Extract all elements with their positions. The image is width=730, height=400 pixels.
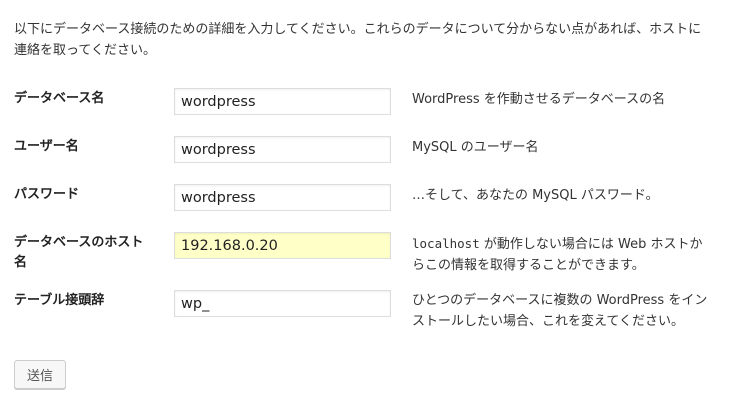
- db-host-input[interactable]: [174, 232, 391, 259]
- db-name-label: データベース名: [14, 91, 105, 106]
- username-description: MySQL のユーザー名: [412, 140, 539, 155]
- localhost-code: localhost: [412, 236, 480, 251]
- db-name-input[interactable]: [174, 88, 391, 115]
- password-input[interactable]: [174, 184, 391, 211]
- password-description: …そして、あなたの MySQL パスワード。: [412, 188, 659, 203]
- table-prefix-label: テーブル接頭辞: [14, 293, 105, 308]
- submit-button[interactable]: 送信: [14, 360, 66, 389]
- username-label: ユーザー名: [14, 139, 79, 154]
- username-input[interactable]: [174, 136, 391, 163]
- db-name-description: WordPress を作動させるデータベースの名: [412, 92, 666, 107]
- table-prefix-input[interactable]: [174, 290, 391, 317]
- intro-text: 以下にデータベース接続のための詳細を入力してください。これらのデータについて分か…: [14, 22, 702, 58]
- db-host-label: データベースのホスト名: [14, 235, 144, 270]
- db-host-description: localhost が動作しない場合には Web ホストからこの情報を取得するこ…: [412, 233, 712, 276]
- password-label: パスワード: [14, 187, 80, 202]
- table-prefix-description: ひとつのデータベースに複数の WordPress をインストールしたい場合、これ…: [412, 293, 708, 329]
